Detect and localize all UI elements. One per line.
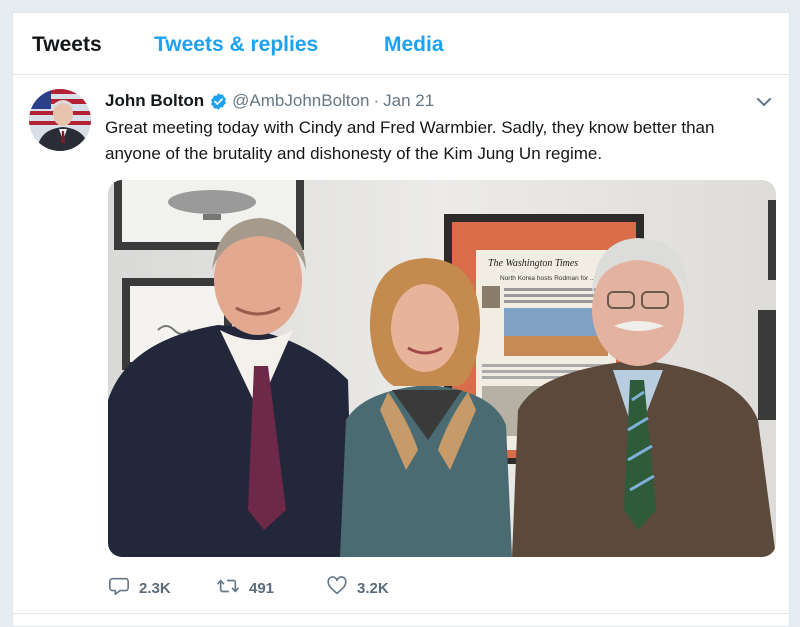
tweet-header: John Bolton @AmbJohnBolton · Jan 21 (105, 89, 434, 113)
tweet-timestamp[interactable]: Jan 21 (383, 91, 434, 111)
reply-button[interactable]: 2.3K (108, 575, 216, 601)
tweet-text-line-1: Great meeting today with Cindy and Fred … (105, 118, 715, 137)
display-name[interactable]: John Bolton (105, 91, 204, 111)
tweet-photo[interactable]: The Washington Times North Korea hosts R… (108, 180, 776, 557)
user-handle[interactable]: @AmbJohnBolton (232, 91, 369, 111)
retweet-button[interactable]: 491 (216, 575, 326, 601)
profile-tabs: Tweets Tweets & replies Media (13, 13, 789, 75)
tweet-divider (13, 613, 789, 614)
reply-bubble-icon (108, 575, 130, 601)
like-count: 3.2K (357, 579, 389, 597)
newspaper-headline: North Korea hosts Rodman for ... (500, 275, 596, 282)
avatar[interactable] (29, 89, 91, 151)
verified-badge-icon (209, 92, 228, 111)
chevron-down-icon[interactable] (753, 91, 775, 113)
like-button[interactable]: 3.2K (326, 575, 436, 601)
newspaper-masthead: The Washington Times (488, 258, 578, 269)
avatar-photo (29, 89, 91, 151)
tweet-actions: 2.3K 491 3.2K (108, 576, 436, 600)
retweet-icon (216, 575, 240, 601)
retweet-count: 491 (249, 579, 275, 597)
reply-count: 2.3K (139, 579, 171, 597)
tweet-text: Great meeting today with Cindy and Fred … (105, 115, 775, 167)
separator-dot: · (373, 91, 380, 110)
profile-timeline-card: Tweets Tweets & replies Media John Bolto… (12, 12, 790, 627)
tab-tweets-and-replies[interactable]: Tweets & replies (154, 33, 318, 57)
photo-three-people: The Washington Times North Korea hosts R… (108, 180, 776, 557)
tab-media[interactable]: Media (384, 33, 444, 57)
tweet-text-line-2: anyone of the brutality and dishonesty o… (105, 144, 603, 163)
heart-icon (326, 575, 348, 601)
tab-tweets[interactable]: Tweets (32, 33, 102, 57)
